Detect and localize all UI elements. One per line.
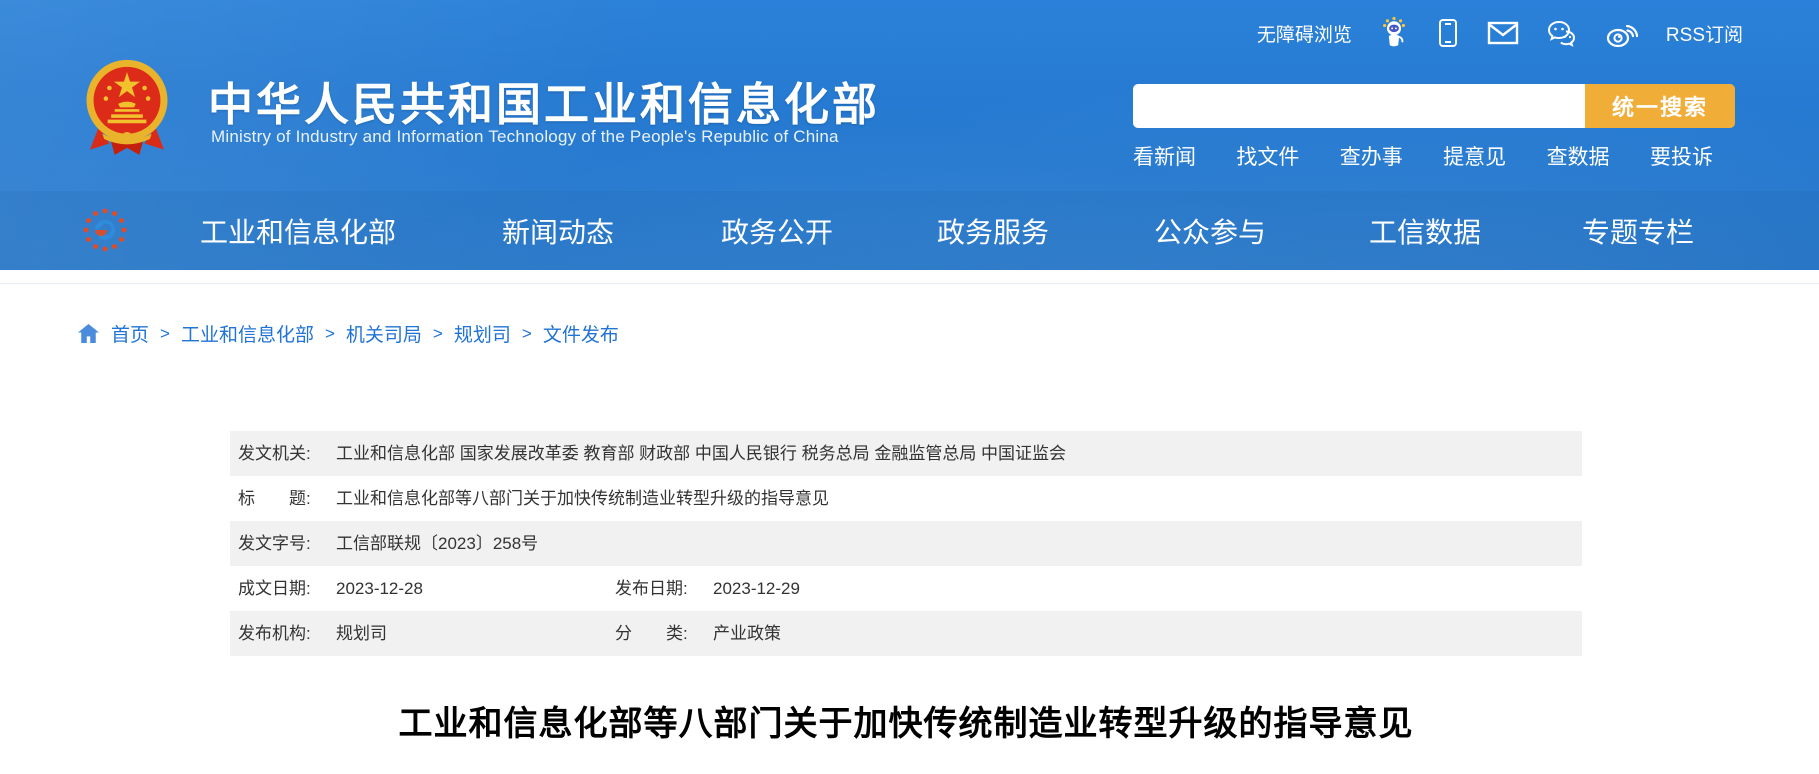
site-header: 无障碍浏览	[0, 0, 1819, 270]
meta-label: 分 类:	[615, 611, 703, 656]
quick-link-feedback[interactable]: 提意见	[1443, 141, 1506, 171]
meta-label: 标 题:	[238, 476, 326, 521]
meta-label: 发文字号:	[238, 521, 326, 566]
utility-bar: 无障碍浏览	[1257, 16, 1743, 50]
nav-item-gov-info[interactable]: 政务公开	[721, 211, 833, 251]
site-title: 中华人民共和国工业和信息化部	[208, 68, 880, 133]
breadcrumb-document-release[interactable]: 文件发布	[543, 320, 619, 347]
nav-item-topics[interactable]: 专题专栏	[1582, 211, 1694, 251]
mail-icon[interactable]	[1487, 20, 1519, 46]
meta-label: 发布日期:	[615, 566, 703, 611]
site-subtitle: Ministry of Industry and Information Tec…	[211, 127, 839, 147]
accessibility-link[interactable]: 无障碍浏览	[1257, 20, 1352, 47]
breadcrumb: 首页 > 工业和信息化部 > 机关司局 > 规划司 > 文件发布	[77, 320, 619, 347]
quick-link-complaint[interactable]: 要投诉	[1650, 141, 1713, 171]
breadcrumb-separator: >	[522, 324, 532, 344]
meta-value: 2023-12-29	[713, 566, 800, 611]
breadcrumb-miit[interactable]: 工业和信息化部	[181, 320, 314, 347]
breadcrumb-separator: >	[325, 324, 335, 344]
nav-item-data[interactable]: 工信数据	[1369, 211, 1481, 251]
mascot-icon[interactable]	[1379, 16, 1409, 50]
main-nav: 工业和信息化部 新闻动态 政务公开 政务服务 公众参与 工信数据 专题专栏	[0, 191, 1819, 270]
nav-item-news[interactable]: 新闻动态	[502, 211, 614, 251]
breadcrumb-separator: >	[160, 324, 170, 344]
meta-value: 规划司	[336, 611, 387, 656]
meta-label: 发文机关:	[238, 431, 326, 476]
home-icon[interactable]	[77, 323, 100, 344]
meta-value: 产业政策	[713, 611, 781, 656]
meta-row-title: 标 题: 工业和信息化部等八部门关于加快传统制造业转型升级的指导意见	[230, 476, 1582, 521]
quick-link-services[interactable]: 查办事	[1340, 141, 1403, 171]
breadcrumb-departments[interactable]: 机关司局	[346, 320, 422, 347]
wechat-icon[interactable]	[1546, 19, 1578, 47]
document-meta-table: 发文机关: 工业和信息化部 国家发展改革委 教育部 财政部 中国人民银行 税务总…	[230, 431, 1582, 656]
quick-links: 看新闻 找文件 查办事 提意见 查数据 要投诉	[1133, 141, 1713, 171]
national-emblem-logo	[83, 58, 171, 162]
meta-value: 工信部联规〔2023〕258号	[336, 521, 538, 566]
meta-row-publisher-category: 发布机构: 规划司 分 类: 产业政策	[230, 611, 1582, 656]
header-divider	[0, 283, 1819, 284]
meta-label: 成文日期:	[238, 566, 326, 611]
meta-row-dates: 成文日期: 2023-12-28 发布日期: 2023-12-29	[230, 566, 1582, 611]
nav-item-participation[interactable]: 公众参与	[1154, 211, 1266, 251]
meta-row-issuing-agencies: 发文机关: 工业和信息化部 国家发展改革委 教育部 财政部 中国人民银行 税务总…	[230, 431, 1582, 476]
nav-item-miit[interactable]: 工业和信息化部	[200, 211, 396, 251]
meta-value: 工业和信息化部 国家发展改革委 教育部 财政部 中国人民银行 税务总局 金融监管…	[336, 431, 1066, 476]
document-title: 工业和信息化部等八部门关于加快传统制造业转型升级的指导意见	[230, 696, 1582, 745]
quick-link-data[interactable]: 查数据	[1547, 141, 1610, 171]
quick-link-news[interactable]: 看新闻	[1133, 141, 1196, 171]
breadcrumb-planning-dept[interactable]: 规划司	[454, 320, 511, 347]
breadcrumb-home[interactable]: 首页	[111, 320, 149, 347]
weibo-icon[interactable]	[1605, 18, 1639, 48]
meta-value: 工业和信息化部等八部门关于加快传统制造业转型升级的指导意见	[336, 476, 829, 521]
breadcrumb-separator: >	[433, 324, 443, 344]
meta-label: 发布机构:	[238, 611, 326, 656]
rss-link[interactable]: RSS订阅	[1666, 20, 1743, 47]
mobile-icon[interactable]	[1436, 18, 1460, 48]
unified-search: 统一搜索	[1133, 84, 1735, 128]
nav-item-gov-services[interactable]: 政务服务	[937, 211, 1049, 251]
meta-value: 2023-12-28	[336, 566, 423, 611]
search-input[interactable]	[1133, 84, 1585, 128]
meta-row-document-number: 发文字号: 工信部联规〔2023〕258号	[230, 521, 1582, 566]
search-button[interactable]: 统一搜索	[1585, 84, 1735, 128]
miit-logo-icon[interactable]	[82, 207, 128, 253]
page: 无障碍浏览	[0, 0, 1819, 774]
quick-link-files[interactable]: 找文件	[1236, 141, 1299, 171]
